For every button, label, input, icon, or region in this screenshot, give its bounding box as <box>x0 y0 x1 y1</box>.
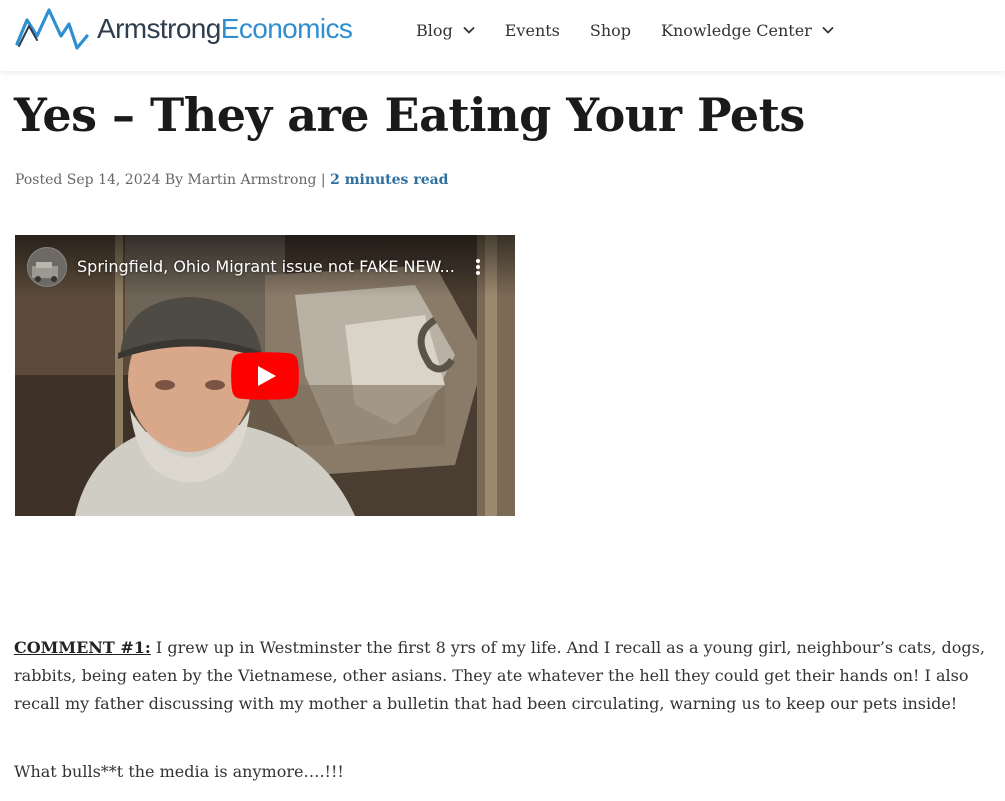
chevron-down-icon <box>463 26 475 34</box>
post-date-author: Posted Sep 14, 2024 By Martin Armstrong <box>15 172 317 188</box>
youtube-embed[interactable]: Springfield, Ohio Migrant issue not FAKE… <box>15 235 515 516</box>
nav-item-knowledge-center[interactable]: Knowledge Center <box>661 21 834 40</box>
logo-word-armstrong: Armstrong <box>97 13 221 44</box>
site-header: ArmstrongEconomics Blog Events Shop Know… <box>0 0 1005 71</box>
comment-label: COMMENT #1: <box>14 638 151 657</box>
article-title: Yes – They are Eating Your Pets <box>14 88 805 142</box>
logo-wordmark: ArmstrongEconomics <box>97 13 353 44</box>
read-time: 2 minutes read <box>330 172 449 188</box>
site-logo[interactable]: ArmstrongEconomics <box>15 6 353 52</box>
youtube-play-icon[interactable] <box>231 352 299 400</box>
nav-item-blog[interactable]: Blog <box>416 21 475 40</box>
logo-mountain-icon <box>15 8 89 50</box>
nav-item-label: Knowledge Center <box>661 20 812 40</box>
logo-word-economics: Economics <box>220 13 353 44</box>
comment-closing: What bulls**t the media is anymore….!!! <box>14 762 344 781</box>
comment-paragraph: COMMENT #1: I grew up in Westminster the… <box>14 634 999 718</box>
video-title[interactable]: Springfield, Ohio Migrant issue not FAKE… <box>77 257 455 276</box>
avatar-image <box>28 248 66 286</box>
nav-item-label: Shop <box>589 20 632 40</box>
nav-item-shop[interactable]: Shop <box>590 21 631 40</box>
article-meta: Posted Sep 14, 2024 By Martin Armstrong … <box>15 172 448 188</box>
comment-text: I grew up in Westminster the first 8 yrs… <box>14 638 985 713</box>
channel-avatar[interactable] <box>27 247 67 287</box>
meta-separator: | <box>316 172 331 188</box>
nav-item-events[interactable]: Events <box>505 21 560 40</box>
main-nav: Blog Events Shop Knowledge Center <box>416 18 834 42</box>
chevron-down-icon <box>822 26 834 34</box>
nav-item-label: Events <box>504 20 560 40</box>
more-vert-icon[interactable] <box>473 259 483 279</box>
nav-item-label: Blog <box>416 20 453 40</box>
